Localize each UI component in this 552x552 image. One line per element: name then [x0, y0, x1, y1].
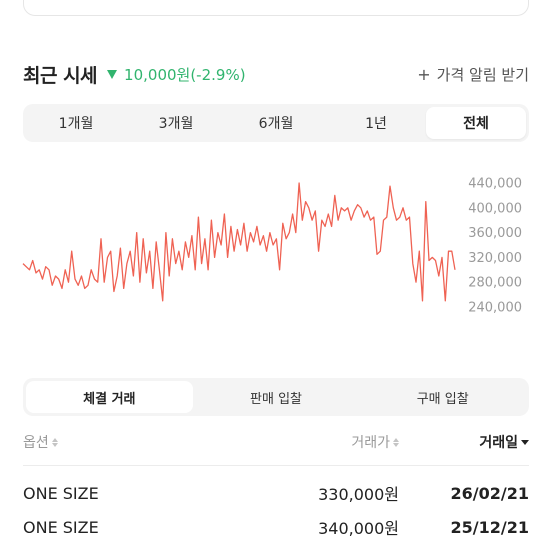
y-tick-label: 240,000	[468, 301, 522, 316]
tab-1-month[interactable]: 1개월	[26, 107, 126, 139]
tab-buy-bids[interactable]: 구매 입찰	[359, 381, 526, 413]
row-date: 26/02/21	[450, 483, 529, 503]
y-tick-label: 360,000	[468, 226, 522, 241]
table-divider	[23, 465, 529, 466]
price-change: 10,000원(-2.9%)	[107, 64, 246, 85]
price-line	[22, 182, 456, 302]
y-tick-label: 280,000	[468, 276, 522, 291]
date-column-header[interactable]: 거래일	[399, 432, 529, 452]
tab-label: 판매 입찰	[250, 391, 302, 407]
price-column-header[interactable]: 거래가	[183, 432, 399, 452]
table-row: ONE SIZE 340,000원 25/12/21	[23, 513, 529, 541]
tab-label: 1개월	[58, 116, 94, 132]
row-option: ONE SIZE	[23, 517, 99, 537]
row-date: 25/12/21	[450, 517, 529, 537]
tab-sell-bids[interactable]: 판매 입찰	[193, 381, 360, 413]
date-header-label: 거래일	[479, 435, 518, 451]
trade-table-header: 옵션 거래가 거래일	[23, 428, 529, 456]
option-header-label: 옵션	[23, 435, 49, 451]
tab-label: 전체	[463, 116, 489, 132]
row-price: 340,000원	[318, 519, 399, 538]
row-price: 330,000원	[318, 485, 399, 504]
tab-6-months[interactable]: 6개월	[226, 107, 326, 139]
tab-all[interactable]: 전체	[426, 107, 526, 139]
tab-1-year[interactable]: 1년	[326, 107, 426, 139]
tab-3-months[interactable]: 3개월	[126, 107, 226, 139]
period-tabs: 1개월 3개월 6개월 1년 전체	[23, 104, 529, 142]
y-tick-label: 440,000	[468, 177, 522, 192]
y-axis-ticks: 440,000 400,000 360,000 320,000 280,000 240,0…	[468, 177, 522, 316]
tab-label: 구매 입찰	[416, 391, 469, 407]
row-option: ONE SIZE	[23, 483, 99, 503]
option-column-header[interactable]: 옵션	[23, 432, 183, 452]
y-tick-label: 400,000	[468, 201, 522, 216]
tab-completed-trades[interactable]: 체결 거래	[26, 381, 193, 413]
trade-tabs: 체결 거래 판매 입찰 구매 입찰	[23, 378, 529, 416]
tab-label: 체결 거래	[83, 391, 136, 407]
top-card	[23, 0, 529, 16]
price-change-text: 10,000원(-2.9%)	[124, 65, 246, 84]
sort-down-icon	[521, 439, 529, 445]
price-alert-label: 가격 알림 받기	[436, 65, 529, 84]
section-title: 최근 시세	[23, 64, 98, 87]
tab-label: 3개월	[158, 116, 194, 132]
table-row: ONE SIZE 330,000원 26/02/21	[23, 479, 529, 507]
recent-price-header: 최근 시세 10,000원(-2.9%) + 가격 알림 받기	[23, 60, 529, 88]
sort-icon	[51, 437, 58, 447]
plus-icon: +	[417, 64, 431, 84]
tab-label: 6개월	[258, 116, 294, 132]
price-header-label: 거래가	[351, 435, 390, 451]
down-triangle-icon	[107, 70, 118, 79]
price-alert-button[interactable]: + 가격 알림 받기	[417, 64, 529, 85]
price-chart: 440,000 400,000 360,000 320,000 280,000 240,0…	[22, 177, 522, 316]
y-tick-label: 320,000	[468, 251, 522, 266]
tab-label: 1년	[365, 116, 387, 132]
